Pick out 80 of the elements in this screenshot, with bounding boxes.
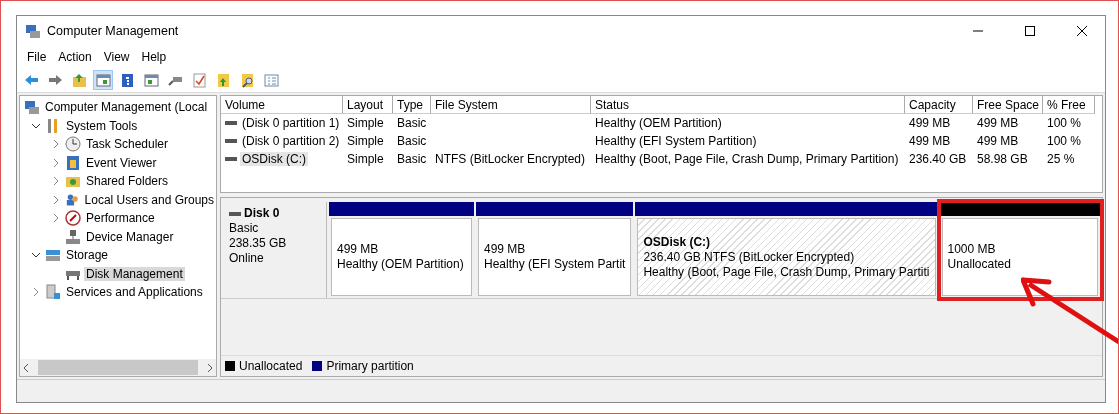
table-cell: Healthy (Boot, Page File, Crash Dump, Primary Partition) [595, 152, 899, 166]
services-icon [45, 284, 61, 301]
table-cell: Basic [397, 152, 427, 166]
volume-icon [225, 156, 237, 162]
table-cell: 499 MB [977, 116, 1019, 130]
partition-block[interactable]: 1000 MB Unallocated [941, 218, 1098, 296]
legend-label: Unallocated [239, 359, 303, 373]
tree-item[interactable]: Event Viewer [84, 155, 159, 170]
column-header[interactable]: % Free [1043, 96, 1095, 114]
tree-item[interactable]: Services and Applications [64, 285, 205, 300]
device-icon [65, 228, 81, 245]
partition-info: 499 MB [337, 242, 380, 257]
partition-info: Healthy (EFI System Partit [484, 257, 626, 272]
table-cell[interactable]: OSDisk (C:) [240, 152, 308, 166]
table-cell: 499 MB [909, 116, 951, 130]
column-header[interactable]: Volume [221, 96, 343, 114]
menu-item[interactable]: Action [52, 50, 98, 64]
partition-info: Unallocated [947, 257, 1012, 272]
computer-icon [24, 99, 40, 116]
tree-item[interactable]: System Tools [64, 118, 140, 133]
tree-item[interactable]: Computer Management (Local [43, 100, 210, 115]
gauge-icon [65, 210, 81, 227]
disk-status: Online [229, 251, 265, 266]
legend-label: Primary partition [326, 359, 414, 373]
storage-icon [45, 247, 61, 264]
table-cell: Basic [397, 116, 427, 130]
table-cell: Simple [347, 134, 384, 148]
column-header[interactable]: Type [393, 96, 431, 114]
table-cell: 58.98 GB [977, 152, 1028, 166]
menu-item[interactable]: File [21, 50, 53, 64]
disk-name: Disk 0 [244, 206, 280, 221]
partition-block[interactable]: 499 MB Healthy (OEM Partition) [331, 218, 472, 296]
table-cell: Healthy (EFI System Partition) [595, 134, 757, 148]
app-icon [25, 23, 41, 39]
partition-block[interactable]: 499 MB Healthy (EFI System Partit [478, 218, 632, 296]
volume-icon [225, 120, 237, 126]
close-icon [1077, 26, 1087, 36]
column-header[interactable]: Free Space [973, 96, 1043, 114]
tree-item[interactable]: Storage [64, 248, 111, 263]
table-cell: 236.40 GB [909, 152, 967, 166]
scrollbar-thumb[interactable] [38, 360, 198, 375]
partition-block[interactable]: OSDisk (C:) 236.40 GB NTFS (BitLocker Encrypted) Healthy (Boot, Page File, Crash Dump, Primary Partiti [637, 218, 936, 296]
partition-title: OSDisk (C:) [643, 234, 712, 250]
table-cell: Basic [397, 134, 427, 148]
window-title: Computer Management [47, 24, 180, 38]
table-cell[interactable]: (Disk 0 partition 1) [240, 116, 342, 130]
column-header[interactable]: Status [591, 96, 905, 114]
menu-item[interactable]: Help [135, 50, 173, 64]
disk-type: Basic [229, 221, 260, 236]
tree-item[interactable]: Disk Management [84, 266, 185, 281]
table-cell: 499 MB [977, 134, 1019, 148]
table-cell[interactable]: (Disk 0 partition 2) [240, 134, 342, 148]
partition-info: 1000 MB [947, 242, 997, 257]
tree-item[interactable]: Shared Folders [84, 174, 171, 189]
partition-info: Healthy (OEM Partition) [337, 257, 465, 272]
disk-size: 238.35 GB [229, 236, 288, 251]
log-book-icon [65, 154, 81, 171]
console-tree-icon[interactable] [93, 70, 113, 90]
column-header[interactable]: File System [431, 96, 591, 114]
table-cell: NTFS (BitLocker Encrypted) [435, 152, 586, 166]
maximize-icon [1025, 26, 1035, 36]
table-cell: Simple [347, 116, 384, 130]
menu-item[interactable]: View [97, 50, 136, 64]
column-header[interactable]: Layout [343, 96, 393, 114]
column-header[interactable]: Capacity [905, 96, 973, 114]
table-cell: 25 % [1047, 152, 1075, 166]
partition-info: Healthy (Boot, Page File, Crash Dump, Primary Partiti [643, 264, 930, 280]
partition-info: 499 MB [484, 242, 527, 257]
table-cell: Healthy (OEM Partition) [595, 116, 722, 130]
partition-info: 236.40 GB NTFS (BitLocker Encrypted) [643, 249, 856, 265]
tree-item[interactable]: Performance [84, 211, 157, 226]
table-cell: 499 MB [909, 134, 951, 148]
tree-item[interactable]: Device Manager [84, 229, 176, 244]
table-cell: 100 % [1047, 134, 1082, 148]
volume-icon [225, 138, 237, 144]
clock-icon [65, 136, 81, 153]
table-cell: Simple [347, 152, 384, 166]
tree-item[interactable]: Task Scheduler [84, 137, 171, 152]
tree-item[interactable]: Local Users and Groups [82, 192, 216, 207]
table-cell: 100 % [1047, 116, 1082, 130]
